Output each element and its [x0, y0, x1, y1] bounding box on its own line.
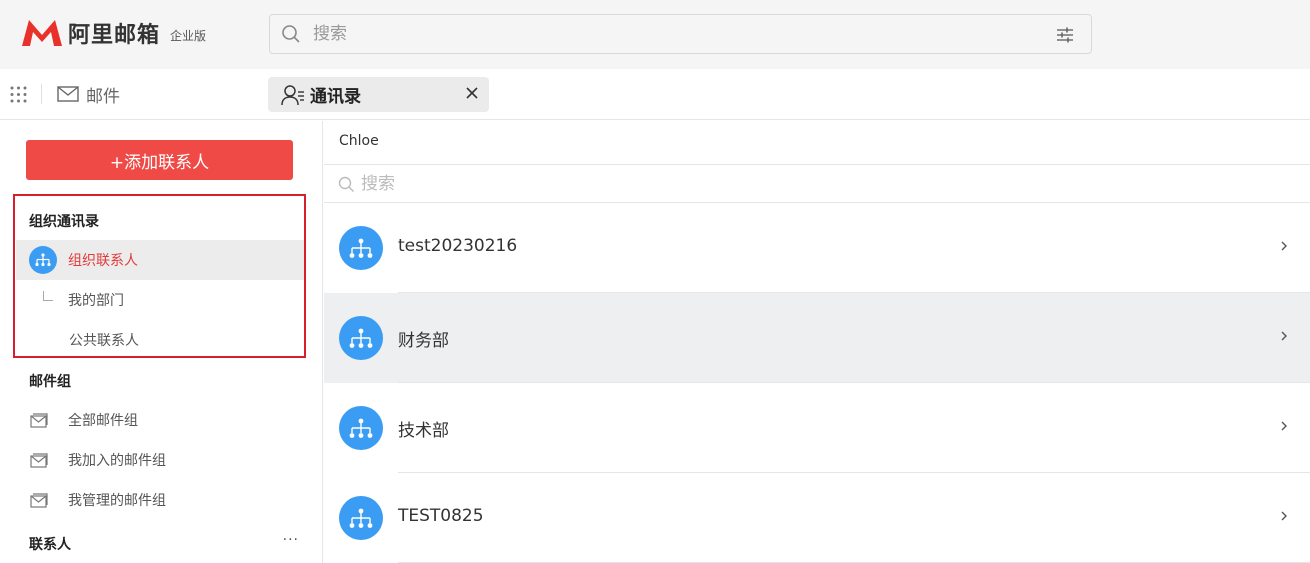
- chevron-right-icon: [1281, 421, 1287, 431]
- global-search-input[interactable]: [313, 24, 1013, 44]
- app-logo[interactable]: 阿里邮箱 企业版: [20, 18, 206, 48]
- org-chart-icon: [339, 316, 383, 360]
- mail-m-logo-icon: [22, 20, 62, 46]
- department-row[interactable]: 技术部: [324, 383, 1310, 473]
- sidebar-item-org-contacts[interactable]: 组织联系人: [16, 240, 304, 280]
- filter-settings-icon[interactable]: [1055, 25, 1075, 45]
- breadcrumb[interactable]: Chloe: [339, 133, 379, 149]
- global-search-bar: [269, 14, 1092, 54]
- contacts-search-bar: [338, 172, 761, 196]
- tab-contacts[interactable]: 通讯录: [268, 77, 489, 112]
- department-row[interactable]: 财务部: [324, 293, 1310, 383]
- sidebar-item-label: 组织联系人: [68, 253, 138, 269]
- add-contact-button[interactable]: +添加联系人: [26, 140, 293, 180]
- mail-group-icon: [30, 492, 48, 508]
- department-name: test20230216: [398, 236, 518, 256]
- contacts-person-icon: [281, 84, 304, 105]
- sidebar-item-public-contacts[interactable]: 公共联系人: [16, 320, 304, 360]
- chevron-right-icon: [1281, 511, 1287, 521]
- apps-grid-icon[interactable]: [10, 86, 27, 103]
- sidebar-item-label: 全部邮件组: [68, 413, 138, 429]
- envelope-icon: [57, 86, 79, 102]
- sidebar-item-label: 我加入的邮件组: [68, 453, 166, 469]
- sidebar: +添加联系人 组织通讯录 组织联系人 我的部门 公共联系人 邮件组 全部邮件组 …: [0, 121, 323, 563]
- top-bar: 阿里邮箱 企业版: [0, 0, 1310, 69]
- main-panel: Chloe test20230216: [324, 121, 1310, 563]
- org-section-title: 组织通讯录: [29, 214, 99, 230]
- app-edition: 企业版: [170, 28, 207, 43]
- sidebar-item-my-department[interactable]: 我的部门: [16, 280, 304, 320]
- chevron-right-icon: [1281, 241, 1287, 251]
- app-name: 阿里邮箱: [68, 23, 161, 48]
- tree-branch-icon: [43, 291, 53, 301]
- contacts-search-input[interactable]: [361, 174, 761, 194]
- search-icon: [338, 176, 354, 192]
- tab-contacts-label: 通讯录: [310, 87, 361, 107]
- department-row[interactable]: test20230216: [324, 203, 1310, 293]
- search-icon: [282, 25, 300, 43]
- mail-group-icon: [30, 412, 48, 428]
- sidebar-item-all-mail-groups[interactable]: 全部邮件组: [16, 400, 304, 440]
- department-name: 技术部: [398, 421, 449, 441]
- mail-group-icon: [30, 452, 48, 468]
- department-row[interactable]: TEST0825: [324, 473, 1310, 563]
- tab-divider: [41, 84, 42, 104]
- mail-group-section-title: 邮件组: [29, 374, 71, 390]
- tab-mail[interactable]: 邮件: [57, 81, 120, 107]
- tab-bar: 邮件 通讯录: [0, 69, 1310, 120]
- sidebar-item-joined-mail-groups[interactable]: 我加入的邮件组: [16, 440, 304, 480]
- tab-mail-label: 邮件: [86, 86, 120, 107]
- chevron-right-icon: [1281, 331, 1287, 341]
- department-name: TEST0825: [398, 506, 484, 526]
- more-options-icon[interactable]: ···: [283, 532, 299, 548]
- department-name: 财务部: [398, 331, 449, 351]
- sidebar-item-managed-mail-groups[interactable]: 我管理的邮件组: [16, 480, 304, 520]
- org-chart-icon: [339, 496, 383, 540]
- divider: [324, 164, 1310, 165]
- contacts-section-title: 联系人: [29, 537, 71, 553]
- sidebar-item-label: 公共联系人: [69, 333, 139, 349]
- org-chart-icon: [339, 226, 383, 270]
- close-icon[interactable]: [465, 86, 479, 100]
- sidebar-item-label: 我的部门: [68, 293, 124, 309]
- org-chart-icon: [29, 246, 57, 274]
- sidebar-item-label: 我管理的邮件组: [68, 493, 166, 509]
- org-chart-icon: [339, 406, 383, 450]
